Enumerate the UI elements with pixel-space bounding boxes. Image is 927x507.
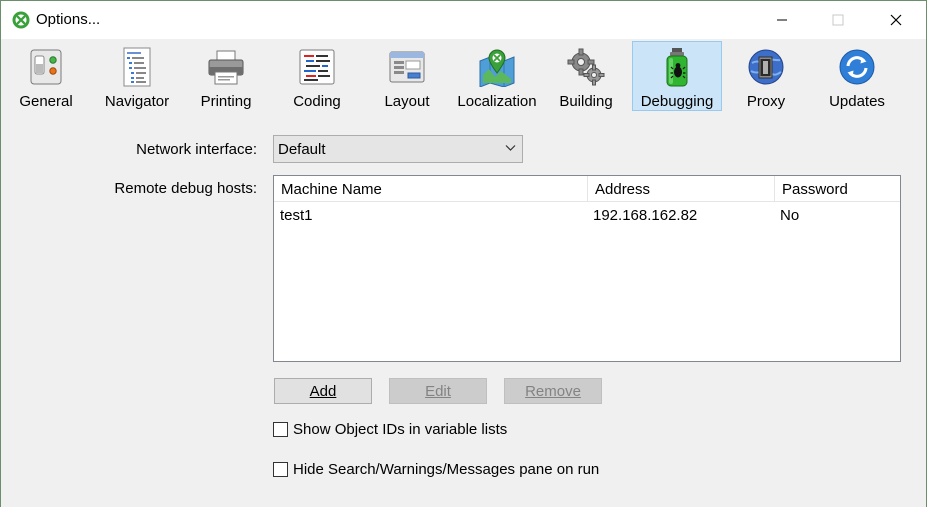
tab-proxy-label: Proxy xyxy=(746,93,786,110)
close-button[interactable] xyxy=(873,1,919,39)
add-button[interactable]: Add xyxy=(274,378,372,404)
show-object-ids-checkbox[interactable] xyxy=(273,422,288,437)
network-interface-dropdown[interactable]: Default xyxy=(273,135,523,163)
minimize-icon xyxy=(777,19,787,21)
printer-icon xyxy=(208,50,244,85)
tab-debugging-label: Debugging xyxy=(640,93,714,110)
edit-button[interactable]: Edit xyxy=(389,378,487,404)
options-category-toolbar: General Navigator Printing Coding Layout… xyxy=(1,39,926,115)
hide-pane-option[interactable]: Hide Search/Warnings/Messages pane on ru… xyxy=(273,461,599,478)
edit-button-label: Edit xyxy=(425,382,451,400)
hide-pane-label: Hide Search/Warnings/Messages pane on ru… xyxy=(293,461,600,478)
tab-debugging[interactable]: Debugging xyxy=(632,41,722,111)
cell-address: 192.168.162.82 xyxy=(593,207,698,224)
show-object-ids-label: Show Object IDs in variable lists xyxy=(293,421,508,438)
tab-localization[interactable]: Localization xyxy=(455,41,539,111)
column-header-address[interactable]: Address xyxy=(588,176,775,202)
proxy-globe-icon xyxy=(748,49,784,85)
chevron-down-icon xyxy=(505,145,516,151)
navigator-tree-icon xyxy=(123,47,151,87)
cell-machine-name: test1 xyxy=(280,207,313,224)
column-header-machine-name[interactable]: Machine Name xyxy=(274,176,588,202)
tab-updates-label: Updates xyxy=(829,93,885,110)
tab-printing[interactable]: Printing xyxy=(191,41,261,111)
tab-navigator-label: Navigator xyxy=(104,93,170,110)
tab-building-label: Building xyxy=(559,93,613,110)
table-header: Machine Name Address Password xyxy=(274,176,900,202)
network-interface-label: Network interface: xyxy=(136,141,257,158)
map-pin-icon xyxy=(479,49,515,87)
column-header-password[interactable]: Password xyxy=(775,176,902,202)
gears-icon xyxy=(567,48,605,86)
debugging-panel: Network interface: Default Remote debug … xyxy=(1,115,926,507)
tab-localization-label: Localization xyxy=(457,93,537,110)
maximize-button[interactable] xyxy=(815,1,861,39)
layout-window-icon xyxy=(389,51,425,83)
remote-debug-hosts-label: Remote debug hosts: xyxy=(114,180,257,197)
tab-coding-label: Coding xyxy=(293,93,341,110)
tab-updates[interactable]: Updates xyxy=(821,41,893,111)
tab-printing-label: Printing xyxy=(200,93,252,110)
add-button-label: Add xyxy=(309,382,337,400)
tab-coding[interactable]: Coding xyxy=(281,41,353,111)
tab-navigator[interactable]: Navigator xyxy=(97,41,177,111)
cell-password: No xyxy=(780,207,800,224)
tab-layout-label: Layout xyxy=(384,93,430,110)
remove-button[interactable]: Remove xyxy=(504,378,602,404)
general-switch-icon xyxy=(30,49,62,85)
close-icon xyxy=(890,14,902,26)
maximize-icon xyxy=(832,14,844,26)
window-title: Options... xyxy=(36,11,101,28)
minimize-button[interactable] xyxy=(759,1,805,39)
code-editor-icon xyxy=(299,49,335,85)
tab-building[interactable]: Building xyxy=(554,41,618,111)
hide-pane-checkbox[interactable] xyxy=(273,462,288,477)
bug-spray-icon xyxy=(666,48,688,87)
network-interface-value: Default xyxy=(278,141,326,158)
options-window: Options... General Navigator Printing Co… xyxy=(0,0,927,507)
tab-proxy[interactable]: Proxy xyxy=(735,41,797,111)
tab-general-label: General xyxy=(19,93,73,110)
remove-button-label: Remove xyxy=(525,382,581,400)
show-object-ids-option[interactable]: Show Object IDs in variable lists xyxy=(273,421,507,438)
tab-layout[interactable]: Layout xyxy=(373,41,441,111)
app-logo-icon xyxy=(12,11,30,29)
remote-hosts-table[interactable]: Machine Name Address Password test1 192.… xyxy=(273,175,901,362)
table-row[interactable]: test1 192.168.162.82 No xyxy=(274,204,900,226)
tab-general[interactable]: General xyxy=(11,41,81,111)
refresh-icon xyxy=(839,49,875,85)
title-bar: Options... xyxy=(1,1,926,39)
